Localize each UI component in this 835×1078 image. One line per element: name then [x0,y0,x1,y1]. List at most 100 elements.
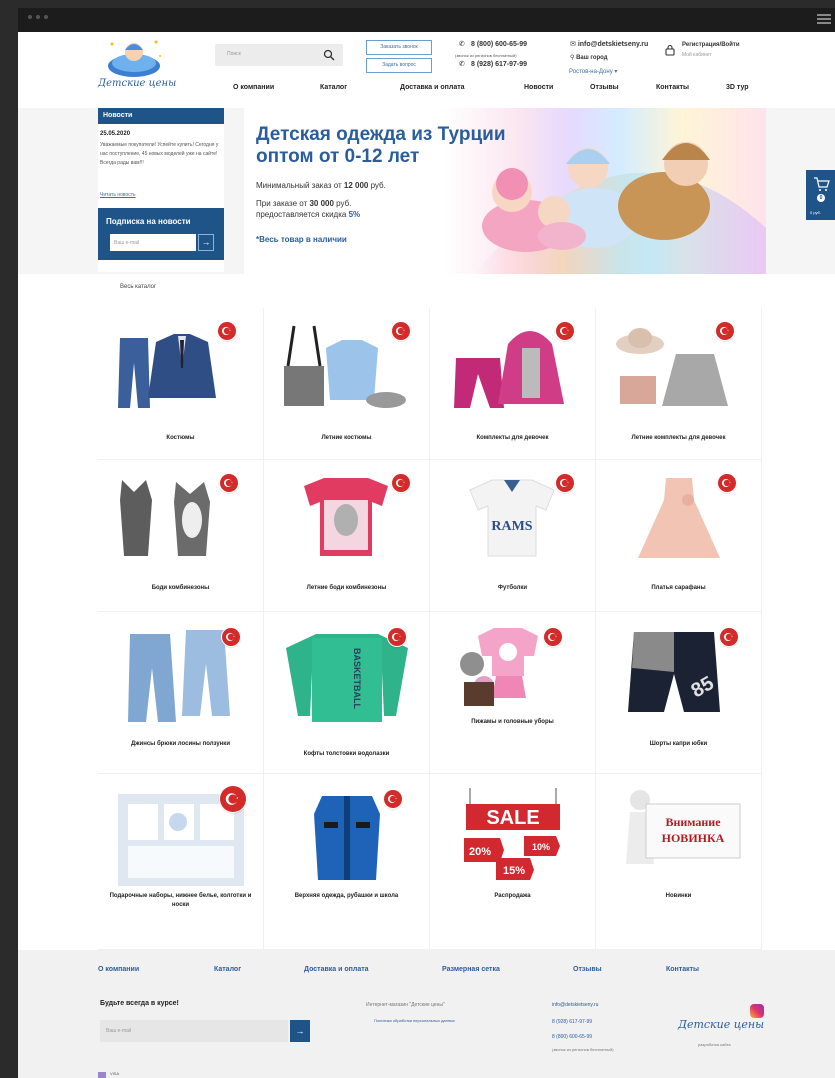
nav-contacts[interactable]: Контакты [656,84,689,91]
footer-nav-reviews[interactable]: Отзывы [573,966,602,973]
nav-about[interactable]: О компании [233,84,274,91]
tshirt-print-text: RAMS [491,519,532,534]
category-card-bodysuits[interactable]: Боди комбинезоны [98,460,264,612]
city-label: ⚲ Ваш город [570,55,608,61]
category-card-jeans[interactable]: Джинсы брюки лосины ползунки [98,612,264,774]
phone-1[interactable]: 8 (800) 600-65-99 [471,41,527,48]
category-label: Распродажа [494,893,531,899]
payment-label: VISA [110,1071,120,1076]
browser-chrome [18,8,835,32]
new-sign-text: Внимание [665,815,721,829]
read-news-link[interactable]: Читать новость [100,192,136,198]
dresses-image [596,460,762,570]
category-card-tshirts[interactable]: RAMS Футболки [430,460,596,612]
category-card-sale[interactable]: SALE 20% 10% 15% Распродажа [430,774,596,950]
city-select[interactable]: Ростов-на-Дону ▾ [569,68,617,75]
footer-email[interactable]: info@detskietseny.ru [552,1002,598,1008]
footer-nav-about[interactable]: О компании [98,966,139,973]
category-label: Комплекты для девочек [476,435,549,441]
news-title: Новости [98,108,224,124]
category-card-suits[interactable]: Костюмы [98,308,264,460]
category-card-outerwear[interactable]: Верхняя одежда, рубашки и школа [264,774,430,950]
order-call-button[interactable]: Заказать звонок [366,40,432,55]
subscribe-email-input[interactable]: Ваш e-mail [110,234,196,251]
sweater-print-text: BASKETBALL [352,648,362,709]
category-grid: Костюмы Летние костюмы Комплекты для дев… [98,308,764,950]
phone-icon: ✆ [459,61,465,68]
nav-delivery[interactable]: Доставка и оплата [400,84,465,91]
turkey-flag-icon [556,322,574,340]
nav-3d-tour[interactable]: 3D тур [726,84,749,91]
footer-phone-1[interactable]: 8 (928) 617-97-99 [552,1019,592,1025]
register-login-link[interactable]: Регистрация/Войти [682,42,740,48]
turkey-flag-icon [720,628,738,646]
category-card-sweaters[interactable]: BASKETBALL Кофты толстовки водолазки [264,612,430,774]
window-dots [28,15,48,19]
category-label: Футболки [497,585,528,591]
category-label: Кофты толстовки водолазки [303,751,390,757]
sale-tag-text: 15% [503,865,525,877]
cart-count: 0 [819,195,823,201]
category-card-summer-suits[interactable]: Летние костюмы [264,308,430,460]
footer-nav-catalog[interactable]: Каталог [214,966,241,973]
privacy-policy-link[interactable]: Политика обработки персональных данных [374,1018,455,1023]
search-input[interactable]: Поиск [215,44,343,66]
category-card-girls-summer-sets[interactable]: Летние комплекты для девочек [596,308,762,460]
instagram-icon[interactable] [750,1004,764,1018]
all-catalog-link[interactable]: Весь каталог [120,284,156,290]
logo-text: Детские цены [98,78,177,89]
category-label: Джинсы брюки лосины ползунки [130,741,231,747]
category-card-summer-bodysuits[interactable]: Летние боди комбинезоны [264,460,430,612]
news-text: Уважаемые покупатели! Успейте купить! Се… [100,142,219,166]
footer-nav-size-chart[interactable]: Размерная сетка [442,966,500,973]
footer-email-input[interactable]: Ваш e-mail [100,1020,288,1042]
my-cabinet-link[interactable]: Мой кабинет [682,52,712,58]
subscribe-submit-button[interactable]: → [198,234,214,251]
pajamas-image [430,612,596,732]
subscribe-title: Подписка на новости [106,217,191,226]
category-label: Летние костюмы [321,435,372,441]
nav-catalog[interactable]: Каталог [320,84,347,91]
footer-logo[interactable]: Детские цены [678,1018,764,1031]
search-placeholder: Поиск [227,51,241,57]
developer-credit[interactable]: разработка сайта [698,1042,731,1047]
turkey-flag-icon [218,322,236,340]
turkey-flag-icon [220,786,246,812]
turkey-flag-icon [220,474,238,492]
footer-nav-contacts[interactable]: Контакты [666,966,699,973]
nav-reviews[interactable]: Отзывы [590,84,619,91]
banner-availability: *Весь товар в наличии [256,235,347,244]
category-label: Верхняя одежда, рубашки и школа [294,893,399,899]
footer [18,950,835,1078]
nav-news[interactable]: Новости [524,84,553,91]
banner-min-order: Минимальный заказ от 12 000 руб. [256,181,386,190]
category-card-gift-sets[interactable]: Подарочные наборы, нижнее белье, колготк… [98,774,264,950]
category-card-pajamas[interactable]: Пижамы и головные уборы [430,612,596,774]
category-card-shorts[interactable]: 85 Шорты капри юбки [596,612,762,774]
category-card-dresses[interactable]: Платья сарафаны [596,460,762,612]
category-card-girls-sets[interactable]: Комплекты для девочек [430,308,596,460]
category-label: Летние боди комбинезоны [306,585,387,591]
hamburger-menu-icon[interactable] [817,12,831,26]
turkey-flag-icon [384,790,402,808]
turkey-flag-icon [222,628,240,646]
banner-title: Детская одежда из Турции оптом от 0-12 л… [256,124,506,167]
sale-sign-text: SALE [486,807,539,829]
phone-2[interactable]: 8 (928) 617-97-99 [471,61,527,68]
category-label: Платья сарафаны [651,585,706,591]
category-label: Боди комбинезоны [151,585,210,591]
footer-nav-delivery[interactable]: Доставка и оплата [304,966,369,973]
footer-subscribe-button[interactable]: → [290,1020,310,1042]
category-label: Летние комплекты для девочек [631,435,726,441]
outerwear-image [264,774,430,894]
footer-phone-2[interactable]: 8 (800) 600-65-99 [552,1034,592,1040]
search-icon[interactable] [323,49,335,61]
turkey-flag-icon [388,628,406,646]
footer-subscribe-title: Будьте всегда в курсе! [100,1000,179,1007]
turkey-flag-icon [392,322,410,340]
header-email[interactable]: ✉ info@detskietseny.ru [570,40,648,48]
turkey-flag-icon [544,628,562,646]
news-date: 25.05.2020 [100,131,131,137]
category-card-new[interactable]: Внимание НОВИНКА Новинки [596,774,762,950]
ask-question-button[interactable]: Задать вопрос [366,58,432,73]
